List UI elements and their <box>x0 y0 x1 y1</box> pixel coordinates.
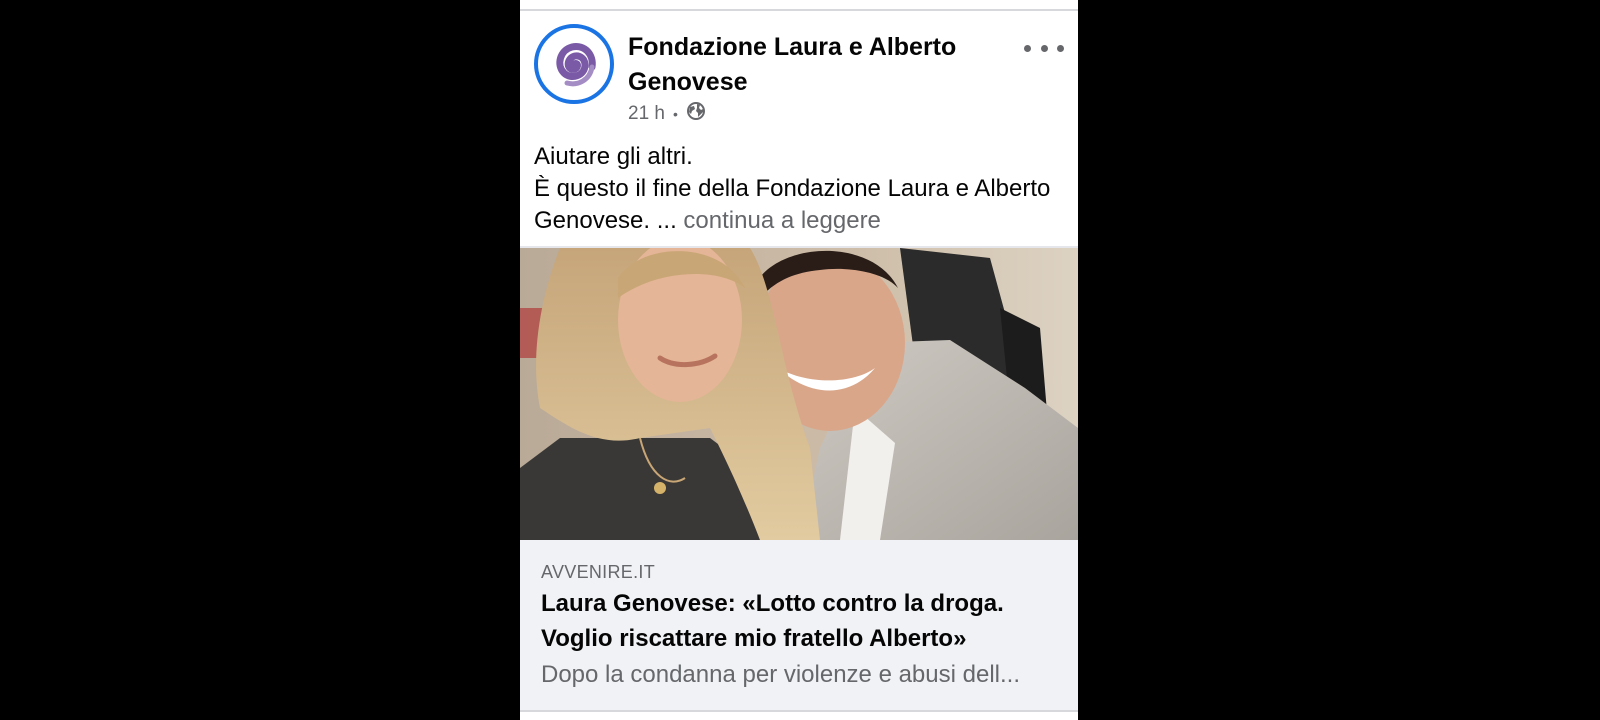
link-domain: AVVENIRE.IT <box>541 562 655 582</box>
post-photo[interactable] <box>520 248 1078 540</box>
meta-separator: • <box>672 106 678 122</box>
page-avatar[interactable] <box>534 24 614 104</box>
globe-icon <box>686 101 706 127</box>
top-divider <box>520 9 1078 11</box>
spiral-logo-icon <box>541 31 607 97</box>
post-timestamp[interactable]: 21 h <box>628 103 665 125</box>
more-options-icon[interactable] <box>1024 36 1064 60</box>
page-name[interactable]: Fondazione Laura e Alberto Genovese <box>628 30 968 100</box>
feed-post: Fondazione Laura e Alberto Genovese 21 h… <box>520 0 1078 720</box>
post-meta: 21 h • <box>628 100 706 128</box>
link-description: Dopo la condanna per violenze e abusi de… <box>541 661 1020 688</box>
link-preview[interactable]: AVVENIRE.IT Laura Genovese: «Lotto contr… <box>520 540 1078 710</box>
post-text: Aiutare gli altri. È questo il fine dell… <box>534 141 1064 237</box>
bottom-divider <box>520 710 1078 712</box>
link-title[interactable]: Laura Genovese: «Lotto contro la droga. … <box>541 586 1061 656</box>
post-text-line1: Aiutare gli altri. <box>534 143 693 170</box>
see-more-link[interactable]: continua a leggere <box>683 207 880 234</box>
